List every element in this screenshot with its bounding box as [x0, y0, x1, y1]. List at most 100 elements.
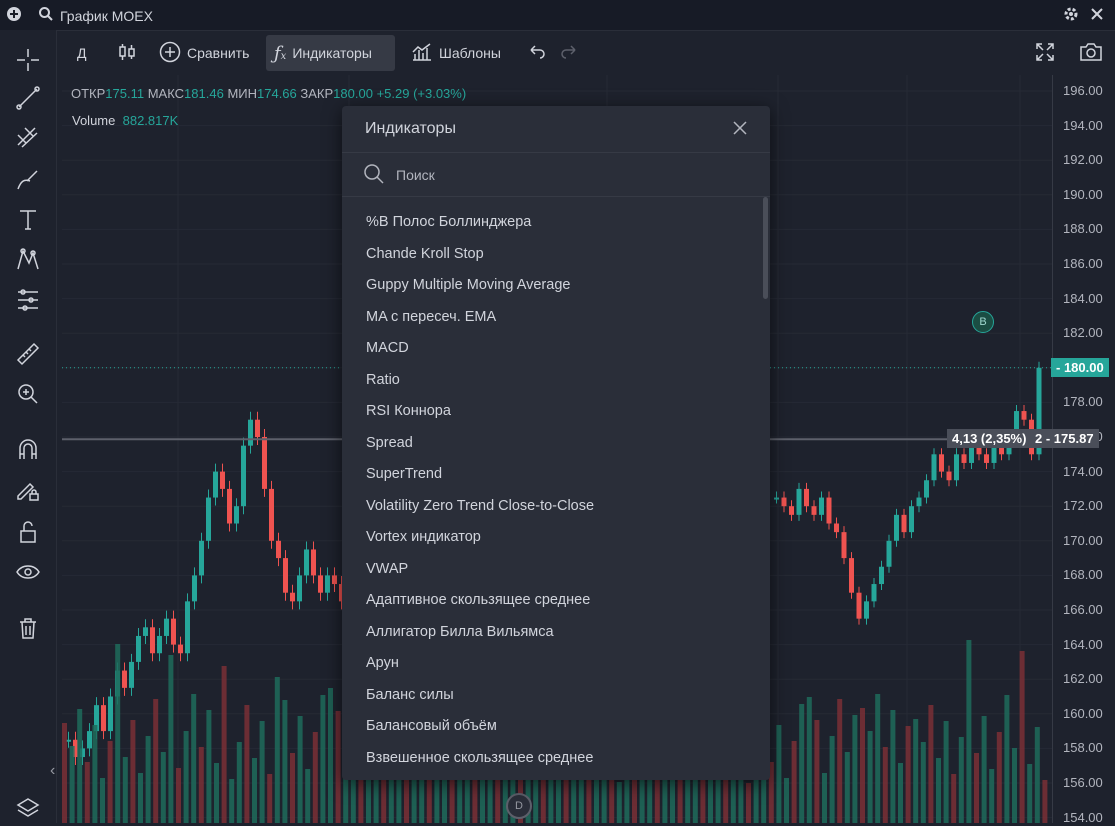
indicator-item[interactable]: Vortex индикатор — [342, 522, 762, 554]
undo-button[interactable] — [519, 35, 555, 71]
templates-label: Шаблоны — [439, 45, 501, 61]
indicator-item[interactable]: MACD — [342, 333, 762, 365]
volume-bar — [312, 732, 318, 823]
volume-bar — [654, 777, 660, 823]
search-input[interactable] — [394, 162, 738, 188]
volume-bar — [905, 726, 911, 823]
interval-button[interactable]: Д — [69, 35, 94, 71]
indicator-item[interactable]: Взвешенное скользящее среднее — [342, 743, 762, 775]
lock-drawing-icon[interactable] — [12, 474, 44, 506]
ruler-icon[interactable] — [12, 338, 44, 370]
candle-body — [909, 506, 914, 533]
indicator-item[interactable]: Guppy Multiple Moving Average — [342, 270, 762, 302]
volume-bar — [122, 757, 128, 823]
gear-icon[interactable] — [1063, 6, 1079, 25]
candle-body — [886, 540, 892, 567]
candle-body — [879, 566, 884, 585]
candle-body — [984, 454, 989, 463]
function-icon: ƒx — [274, 42, 287, 64]
text-tool-icon[interactable] — [12, 204, 44, 236]
indicator-item[interactable]: Балансовый объём — [342, 711, 762, 743]
eye-icon[interactable] — [12, 556, 44, 588]
add-icon[interactable] — [6, 6, 22, 25]
indicators-label: Индикаторы — [292, 45, 372, 61]
forecast-icon[interactable] — [12, 284, 44, 316]
indicator-item[interactable]: VWAP — [342, 554, 762, 586]
indicator-item[interactable]: Ratio — [342, 365, 762, 397]
indicator-item[interactable]: Арун — [342, 648, 762, 680]
volume-bar — [974, 753, 979, 823]
volume-bar — [130, 720, 136, 823]
candle-body — [774, 497, 779, 500]
volume-value: 882.817K — [122, 113, 179, 128]
candle-body — [136, 635, 141, 662]
candle-body — [206, 497, 211, 541]
trash-icon[interactable] — [12, 612, 44, 644]
indicator-item[interactable]: Баланс силы — [342, 680, 762, 712]
price-axis-tick: 158.00 — [1063, 740, 1103, 756]
indicator-item[interactable]: RSI Коннора — [342, 396, 762, 428]
fullscreen-button[interactable] — [1027, 35, 1063, 71]
event-marker-b[interactable]: B — [972, 311, 994, 333]
candle-body — [290, 592, 295, 602]
indicator-item[interactable]: Адаптивное скользящее среднее — [342, 585, 762, 617]
drawing-toolbar — [0, 30, 57, 823]
candle-body — [826, 497, 832, 524]
templates-icon — [411, 42, 433, 65]
volume-bar — [996, 732, 1002, 823]
redo-button[interactable] — [551, 35, 587, 71]
indicator-item[interactable]: SuperTrend — [342, 459, 762, 491]
ohlc-legend: ОТКР175.11 МАКС181.46 МИН174.66 ЗАКР180.… — [71, 86, 466, 101]
layers-icon[interactable] — [12, 792, 44, 824]
candle-body — [241, 445, 246, 507]
indicator-item[interactable]: Volatility Zero Trend Close-to-Close — [342, 491, 762, 523]
indicator-item[interactable]: Spread — [342, 428, 762, 460]
volume-bar — [198, 747, 204, 823]
collapse-toolbar-button[interactable]: ‹ — [50, 762, 62, 782]
close-icon[interactable] — [732, 120, 750, 138]
list-scrollbar[interactable] — [763, 197, 768, 299]
volume-bar — [62, 723, 67, 823]
close-icon[interactable] — [1089, 6, 1105, 25]
indicator-item[interactable]: MA с пересеч. EMA — [342, 302, 762, 334]
indicator-item[interactable]: %B Полос Боллинджера — [342, 207, 762, 239]
redo-icon — [559, 42, 579, 65]
search-icon[interactable] — [38, 6, 54, 25]
magnet-icon[interactable] — [12, 434, 44, 466]
indicator-item[interactable]: Chande Kroll Stop — [342, 239, 762, 271]
volume-bar — [1042, 780, 1048, 823]
unlock-icon[interactable] — [12, 516, 44, 548]
close-value: 180.00 — [333, 86, 373, 101]
volume-bar — [252, 758, 257, 823]
candle-body — [954, 454, 959, 481]
fib-tools-icon[interactable] — [12, 122, 44, 154]
screenshot-button[interactable] — [1071, 35, 1111, 71]
chart-type-button[interactable] — [109, 35, 145, 71]
volume-bar — [320, 695, 326, 823]
compare-button[interactable]: Сравнить — [151, 35, 257, 71]
zoom-in-icon[interactable] — [12, 378, 44, 410]
price-axis-tick: 164.00 — [1063, 636, 1103, 652]
volume-bar — [1004, 695, 1010, 823]
trend-line-icon[interactable] — [12, 82, 44, 114]
indicator-item[interactable]: Аллигатор Билла Вильямса — [342, 617, 762, 649]
candle-body — [1021, 411, 1027, 420]
volume-bar — [153, 699, 159, 823]
pattern-icon[interactable] — [12, 244, 44, 276]
dividend-marker-d[interactable]: D — [506, 793, 532, 819]
candle-body — [318, 575, 323, 593]
crosshair-index: 2 — [1035, 431, 1043, 446]
indicator-list: %B Полос Боллинджера Chande Kroll Stop Gup… — [342, 207, 762, 774]
brush-icon[interactable] — [12, 164, 44, 196]
crosshair-icon[interactable] — [12, 44, 44, 76]
candle-body — [213, 471, 218, 498]
crosshair-price-value: 175.87 — [1053, 431, 1094, 446]
volume-bar — [1012, 748, 1017, 823]
candle-body — [220, 471, 225, 489]
price-axis[interactable]: 196.00 194.00 192.00 190.00 188.00 186.00 184.… — [1052, 75, 1115, 825]
candle-body — [939, 454, 944, 472]
templates-button[interactable]: Шаблоны — [403, 35, 509, 71]
dialog-search — [342, 152, 770, 197]
candle-body — [108, 696, 113, 732]
indicators-button[interactable]: ƒx Индикаторы — [266, 35, 395, 71]
